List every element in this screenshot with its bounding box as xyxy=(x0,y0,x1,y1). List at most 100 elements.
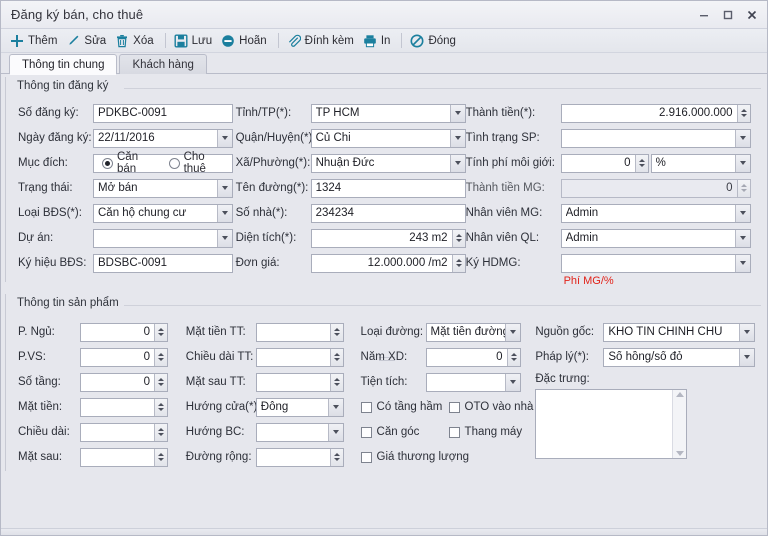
chevron-down-icon[interactable] xyxy=(735,205,750,222)
tinh-trang-sp-dropdown[interactable] xyxy=(561,129,751,148)
so-dang-ky-input[interactable]: PDKBC-0091 xyxy=(93,104,233,123)
so-tang-spinner[interactable]: 0 xyxy=(80,373,168,392)
xa-phuong-dropdown[interactable]: Nhuận Đức xyxy=(311,154,466,173)
maximize-icon[interactable] xyxy=(717,5,739,25)
field-value: Nhuận Đức xyxy=(316,157,450,169)
radio-cho-thue[interactable]: Cho thuê xyxy=(169,151,224,175)
chevron-down-icon[interactable] xyxy=(217,180,232,197)
spinner-arrows-icon[interactable] xyxy=(154,424,167,441)
checkbox-oto-vao-nha[interactable]: OTO vào nhà xyxy=(449,401,534,413)
chieu-dai-tt-spinner[interactable] xyxy=(256,348,344,367)
tinh-phi-mg-spinner[interactable]: 0 xyxy=(561,154,649,173)
loai-bds-dropdown[interactable]: Căn hộ chung cư xyxy=(93,204,233,223)
tinh-tp-dropdown[interactable]: TP HCM xyxy=(311,104,466,123)
chevron-down-icon[interactable] xyxy=(735,155,750,172)
cancel-icon xyxy=(221,34,235,48)
chevron-down-icon[interactable] xyxy=(328,399,343,416)
ngay-dang-ky-datepicker[interactable]: 22/11/2016 xyxy=(93,129,233,148)
chevron-down-icon[interactable] xyxy=(739,349,754,366)
field-dac-trung-label: Đặc trưng: xyxy=(535,371,763,387)
toolbar-button-dinh-kem[interactable]: Đính kèm xyxy=(284,33,360,49)
tien-tich-dropdown[interactable] xyxy=(426,373,521,392)
chevron-down-icon[interactable] xyxy=(450,155,465,172)
spinner-arrows-icon[interactable] xyxy=(737,105,750,122)
nguon-goc-dropdown[interactable]: KHO TIN CHÍNH CHỦ xyxy=(603,323,755,342)
spinner-arrows-icon[interactable] xyxy=(452,230,465,247)
mat-tien-spinner[interactable] xyxy=(80,398,168,417)
field-label: Tiện tích: xyxy=(361,376,426,388)
ky-hieu-bds-input[interactable]: BDSBC-0091 xyxy=(93,254,233,273)
dien-tich-spinner[interactable]: 243 m2 xyxy=(311,229,466,248)
mat-tien-tt-spinner[interactable] xyxy=(256,323,344,342)
chevron-down-icon[interactable] xyxy=(735,255,750,272)
dac-trung-textarea[interactable] xyxy=(535,389,687,459)
mat-sau-tt-spinner[interactable] xyxy=(256,373,344,392)
chevron-down-icon[interactable] xyxy=(450,105,465,122)
toolbar-button-sua[interactable]: Sửa xyxy=(63,33,112,49)
chevron-down-icon[interactable] xyxy=(217,230,232,247)
registration-column-2: Tỉnh/TP(*): TP HCM Quận/Huyện(*): Củ Chi xyxy=(236,102,466,287)
spinner-arrows-icon[interactable] xyxy=(154,349,167,366)
spinner-arrows-icon[interactable] xyxy=(330,349,343,366)
huong-cua-dropdown[interactable]: Đông xyxy=(256,398,344,417)
chevron-down-icon[interactable] xyxy=(328,424,343,441)
mat-sau-spinner[interactable] xyxy=(80,448,168,467)
spinner-arrows-icon[interactable] xyxy=(507,349,520,366)
minimize-icon[interactable] xyxy=(693,5,715,25)
spinner-arrows-icon[interactable] xyxy=(330,324,343,341)
chevron-down-icon[interactable] xyxy=(217,205,232,222)
chevron-down-icon[interactable] xyxy=(505,324,520,341)
duong-rong-spinner[interactable] xyxy=(256,448,344,467)
checkbox-thang-may[interactable]: Thang máy xyxy=(449,426,523,438)
phap-ly-dropdown[interactable]: Số hồng/sổ đỏ xyxy=(603,348,755,367)
tab-khach-hang[interactable]: Khách hàng xyxy=(119,54,206,74)
spinner-arrows-icon[interactable] xyxy=(635,155,648,172)
tinh-phi-mg-unit-dropdown[interactable]: % xyxy=(651,154,751,173)
toolbar-button-xoa[interactable]: Xóa xyxy=(112,33,159,49)
textarea-scrollbar[interactable] xyxy=(672,390,686,458)
spinner-arrows-icon[interactable] xyxy=(154,374,167,391)
chevron-down-icon[interactable] xyxy=(735,130,750,147)
toolbar-button-dong[interactable]: Đóng xyxy=(407,33,462,49)
chevron-down-icon[interactable] xyxy=(735,230,750,247)
huong-bc-dropdown[interactable] xyxy=(256,423,344,442)
chevron-down-icon[interactable] xyxy=(505,374,520,391)
nam-xd-spinner[interactable]: 0 xyxy=(426,348,521,367)
checkbox-can-goc[interactable]: Căn góc xyxy=(361,426,449,438)
checkbox-co-tang-ham[interactable]: Có tầng hầm xyxy=(361,401,449,413)
toolbar-button-luu[interactable]: Lưu xyxy=(171,33,219,49)
thanh-tien-spinner[interactable]: 2.916.000.000 xyxy=(561,104,751,123)
ten-duong-input[interactable]: 1324 xyxy=(311,179,466,198)
toolbar-button-hoan[interactable]: Hoãn xyxy=(218,33,273,49)
don-gia-spinner[interactable]: 12.000.000 /m2 xyxy=(311,254,466,273)
spinner-arrows-icon[interactable] xyxy=(154,324,167,341)
loai-duong-dropdown[interactable]: Mặt tiền đường xyxy=(426,323,521,342)
nhan-vien-mg-dropdown[interactable]: Admin xyxy=(561,204,751,223)
trang-thai-dropdown[interactable]: Mở bán xyxy=(93,179,233,198)
toolbar-button-them[interactable]: Thêm xyxy=(7,33,63,49)
chevron-down-icon[interactable] xyxy=(739,324,754,341)
close-icon[interactable] xyxy=(741,5,763,25)
ky-hdmg-dropdown[interactable] xyxy=(561,254,751,273)
field-phap-ly: Pháp lý(*): Số hồng/sổ đỏ xyxy=(535,346,763,368)
tab-thong-tin-chung[interactable]: Thông tin chung xyxy=(9,54,117,74)
so-nha-input[interactable]: 234234 xyxy=(311,204,466,223)
thanh-tien-mg-readonly: 0 xyxy=(561,179,751,198)
radio-can-ban[interactable]: Căn bán xyxy=(102,151,155,175)
spinner-arrows-icon[interactable] xyxy=(330,374,343,391)
quan-huyen-dropdown[interactable]: Củ Chi xyxy=(311,129,466,148)
spinner-arrows-icon[interactable] xyxy=(452,255,465,272)
chieu-dai-spinner[interactable] xyxy=(80,423,168,442)
toolbar-button-in[interactable]: In xyxy=(360,33,397,49)
du-an-dropdown[interactable] xyxy=(93,229,233,248)
field-value: Admin xyxy=(566,207,735,219)
chevron-down-icon[interactable] xyxy=(450,130,465,147)
spinner-arrows-icon[interactable] xyxy=(330,449,343,466)
chevron-down-icon[interactable] xyxy=(217,130,232,147)
p-ngu-spinner[interactable]: 0 xyxy=(80,323,168,342)
checkbox-gia-thuong-luong[interactable]: Giá thương lượng xyxy=(361,451,470,463)
nhan-vien-ql-dropdown[interactable]: Admin xyxy=(561,229,751,248)
spinner-arrows-icon[interactable] xyxy=(154,449,167,466)
p-vs-spinner[interactable]: 0 xyxy=(80,348,168,367)
spinner-arrows-icon[interactable] xyxy=(154,399,167,416)
